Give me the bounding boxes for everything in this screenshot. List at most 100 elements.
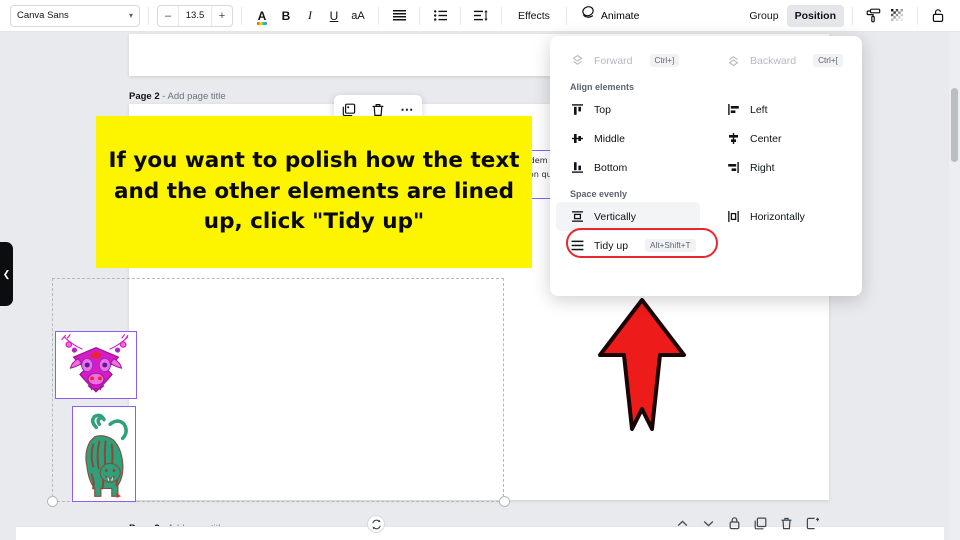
annotation-text: If you want to polish how the text and t…: [96, 146, 532, 238]
page-action-icons: [676, 516, 819, 530]
align-bottom-menu-item[interactable]: Bottom: [556, 153, 700, 182]
arrange-row: Forward Ctrl+] Backward Ctrl+[: [550, 46, 862, 75]
chevron-left-icon: ❮: [3, 269, 11, 280]
space-vertically-label: Vertically: [594, 211, 636, 223]
sidebar-collapse-handle[interactable]: ❮: [0, 242, 13, 306]
annotation-callout: If you want to polish how the text and t…: [96, 116, 532, 268]
divider: [501, 7, 502, 25]
italic-button[interactable]: I: [298, 4, 322, 28]
page-2-number: Page 2: [129, 91, 160, 102]
tidy-up-icon: [570, 240, 585, 251]
align-middle-label: Middle: [594, 133, 625, 145]
space-horizontally-menu-item[interactable]: Horizontally: [712, 202, 856, 231]
divider: [378, 7, 379, 25]
align-row-1: Top Left: [550, 95, 862, 124]
delete-icon[interactable]: [371, 103, 385, 117]
selection-handle-bottom-left[interactable]: [47, 496, 58, 507]
bold-button[interactable]: B: [274, 4, 298, 28]
align-top-label: Top: [594, 104, 611, 116]
backward-label: Backward: [750, 55, 796, 67]
image-lion-illustration[interactable]: [72, 406, 136, 502]
sync-refresh-icon[interactable]: [367, 515, 385, 533]
divider: [241, 7, 242, 25]
font-family-select[interactable]: Canva Sans ▾: [10, 5, 140, 27]
move-up-icon[interactable]: [676, 517, 689, 530]
align-center-icon: [726, 132, 741, 145]
page-2-title[interactable]: - Add page title: [160, 91, 226, 102]
align-right-icon: [726, 161, 741, 174]
duplicate-icon[interactable]: [342, 103, 356, 117]
add-page-icon[interactable]: [806, 517, 819, 530]
align-bottom-icon: [570, 161, 585, 174]
duplicate-page-icon[interactable]: [754, 517, 767, 530]
color-swatch-bar: [257, 22, 268, 25]
group-button[interactable]: Group: [741, 5, 786, 27]
position-dropdown-panel: Forward Ctrl+] Backward Ctrl+[ Align ele…: [550, 36, 862, 296]
text-align-icon[interactable]: [387, 4, 411, 28]
backward-icon: [726, 54, 741, 67]
tidy-up-label: Tidy up: [594, 240, 628, 252]
transparency-icon[interactable]: [885, 4, 909, 28]
divider: [566, 7, 567, 25]
space-row: Vertically Horizontally: [550, 202, 862, 231]
delete-page-icon[interactable]: [780, 517, 793, 530]
animate-label: Animate: [601, 10, 640, 22]
tidy-up-shortcut: Alt+Shift+T: [645, 239, 696, 252]
align-top-menu-item[interactable]: Top: [556, 95, 700, 124]
backward-menu-item[interactable]: Backward Ctrl+[: [712, 46, 856, 75]
underline-button[interactable]: U: [322, 4, 346, 28]
divider: [852, 7, 853, 25]
space-evenly-heading: Space evenly: [550, 182, 862, 202]
backward-shortcut: Ctrl+[: [813, 54, 843, 67]
divider: [148, 7, 149, 25]
position-button[interactable]: Position: [787, 5, 844, 27]
align-center-menu-item[interactable]: Center: [712, 124, 856, 153]
space-horizontally-icon: [726, 210, 741, 223]
lock-page-icon[interactable]: [728, 516, 741, 530]
font-family-value: Canva Sans: [17, 10, 69, 21]
align-center-label: Center: [750, 133, 782, 145]
font-size-value[interactable]: 13.5: [178, 6, 212, 26]
divider: [419, 7, 420, 25]
align-middle-icon: [570, 132, 585, 145]
image-bull-illustration[interactable]: [55, 331, 137, 399]
align-elements-heading: Align elements: [550, 75, 862, 95]
selection-handle-bottom-right[interactable]: [499, 496, 510, 507]
lock-icon[interactable]: [926, 4, 950, 28]
font-size-increase-button[interactable]: +: [212, 6, 232, 26]
space-vertically-icon: [570, 210, 585, 223]
animate-icon: [581, 6, 596, 25]
divider: [917, 7, 918, 25]
vertical-scrollbar-thumb[interactable]: [951, 88, 958, 162]
font-size-decrease-button[interactable]: –: [158, 6, 178, 26]
forward-icon: [570, 54, 585, 67]
tidy-up-menu-item[interactable]: Tidy up Alt+Shift+T: [556, 231, 856, 260]
forward-menu-item[interactable]: Forward Ctrl+]: [556, 46, 700, 75]
effects-button[interactable]: Effects: [510, 5, 558, 27]
align-row-3: Bottom Right: [550, 153, 862, 182]
top-toolbar: Canva Sans ▾ – 13.5 + A B I U aA Effects: [0, 0, 960, 32]
align-right-menu-item[interactable]: Right: [712, 153, 856, 182]
bullet-list-icon[interactable]: [428, 4, 452, 28]
space-vertically-menu-item[interactable]: Vertically: [556, 202, 700, 231]
align-left-icon: [726, 103, 741, 116]
line-spacing-icon[interactable]: [469, 4, 493, 28]
tidy-up-row: Tidy up Alt+Shift+T: [550, 231, 862, 260]
font-size-stepper[interactable]: – 13.5 +: [157, 5, 233, 27]
space-horizontally-label: Horizontally: [750, 211, 805, 223]
align-left-menu-item[interactable]: Left: [712, 95, 856, 124]
move-down-icon[interactable]: [702, 517, 715, 530]
canva-editor-window: Canva Sans ▾ – 13.5 + A B I U aA Effects: [0, 0, 960, 540]
align-right-label: Right: [750, 162, 775, 174]
letter-case-button[interactable]: aA: [346, 4, 370, 28]
more-options-icon[interactable]: ⋯: [400, 107, 414, 114]
text-color-button[interactable]: A: [250, 4, 274, 28]
forward-shortcut: Ctrl+]: [650, 54, 680, 67]
forward-label: Forward: [594, 55, 633, 67]
chevron-down-icon: ▾: [129, 11, 133, 20]
divider: [460, 7, 461, 25]
animate-button[interactable]: Animate: [575, 6, 646, 25]
page-2-label: Page 2 - Add page title: [129, 91, 226, 102]
align-middle-menu-item[interactable]: Middle: [556, 124, 700, 153]
paint-roller-icon[interactable]: [861, 4, 885, 28]
